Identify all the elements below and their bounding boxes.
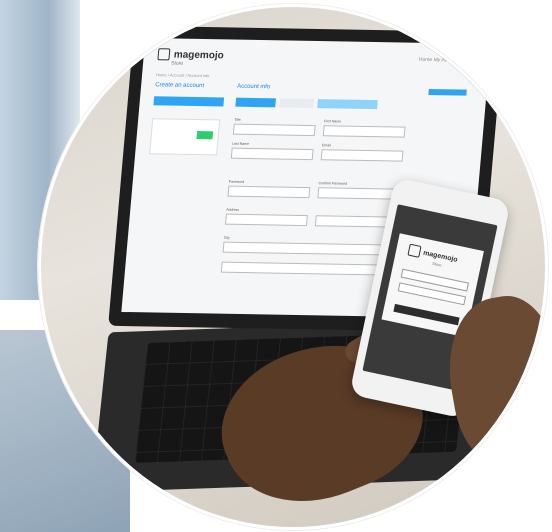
laptop-brand-logo: magemojo	[157, 48, 224, 61]
input-confirm-password[interactable]	[317, 187, 401, 200]
label-first-name: First Name	[323, 119, 342, 124]
tab-1[interactable]	[235, 97, 277, 108]
input-address[interactable]	[224, 213, 308, 227]
label-city: City	[223, 235, 231, 240]
label-email: Email	[321, 143, 331, 148]
tab-2[interactable]	[279, 98, 314, 109]
input-city[interactable]	[222, 241, 396, 256]
label-password: Password	[228, 179, 245, 184]
input-email[interactable]	[320, 149, 404, 162]
sidebar-title: Create an account	[154, 82, 205, 90]
main-title: Account info	[236, 83, 271, 91]
input-last-name[interactable]	[230, 147, 314, 161]
phone-logo-icon	[407, 243, 422, 258]
input-title[interactable]	[232, 123, 316, 137]
brand-name: magemojo	[173, 49, 225, 61]
phone-login-button[interactable]	[393, 303, 460, 326]
phone-brand-subtitle: Store	[431, 260, 443, 268]
input-password[interactable]	[227, 185, 311, 199]
label-address: Address	[226, 207, 240, 212]
tab-3[interactable]	[317, 99, 378, 110]
top-nav[interactable]: Home My Account	[419, 57, 460, 64]
phone-brand-name: magemojo	[422, 249, 459, 264]
brand-subtitle: Store	[170, 60, 184, 67]
input-first-name[interactable]	[322, 125, 406, 138]
breadcrumb: Home / Account / Account info	[155, 72, 210, 79]
logo-icon	[157, 48, 171, 61]
input-extra[interactable]	[220, 261, 394, 276]
label-title: Title	[233, 117, 241, 122]
label-confirm-password: Confirm Password	[318, 181, 348, 186]
label-last-name: Last Name	[231, 141, 250, 146]
sidebar-go-button[interactable]	[196, 131, 214, 140]
account-button[interactable]	[428, 89, 467, 96]
sidebar-primary-button[interactable]	[153, 96, 225, 107]
circular-photo-frame: magemojo Store Home My Account Home / Ac…	[38, 4, 548, 530]
background-photo: magemojo Store Home My Account Home / Ac…	[0, 0, 552, 532]
